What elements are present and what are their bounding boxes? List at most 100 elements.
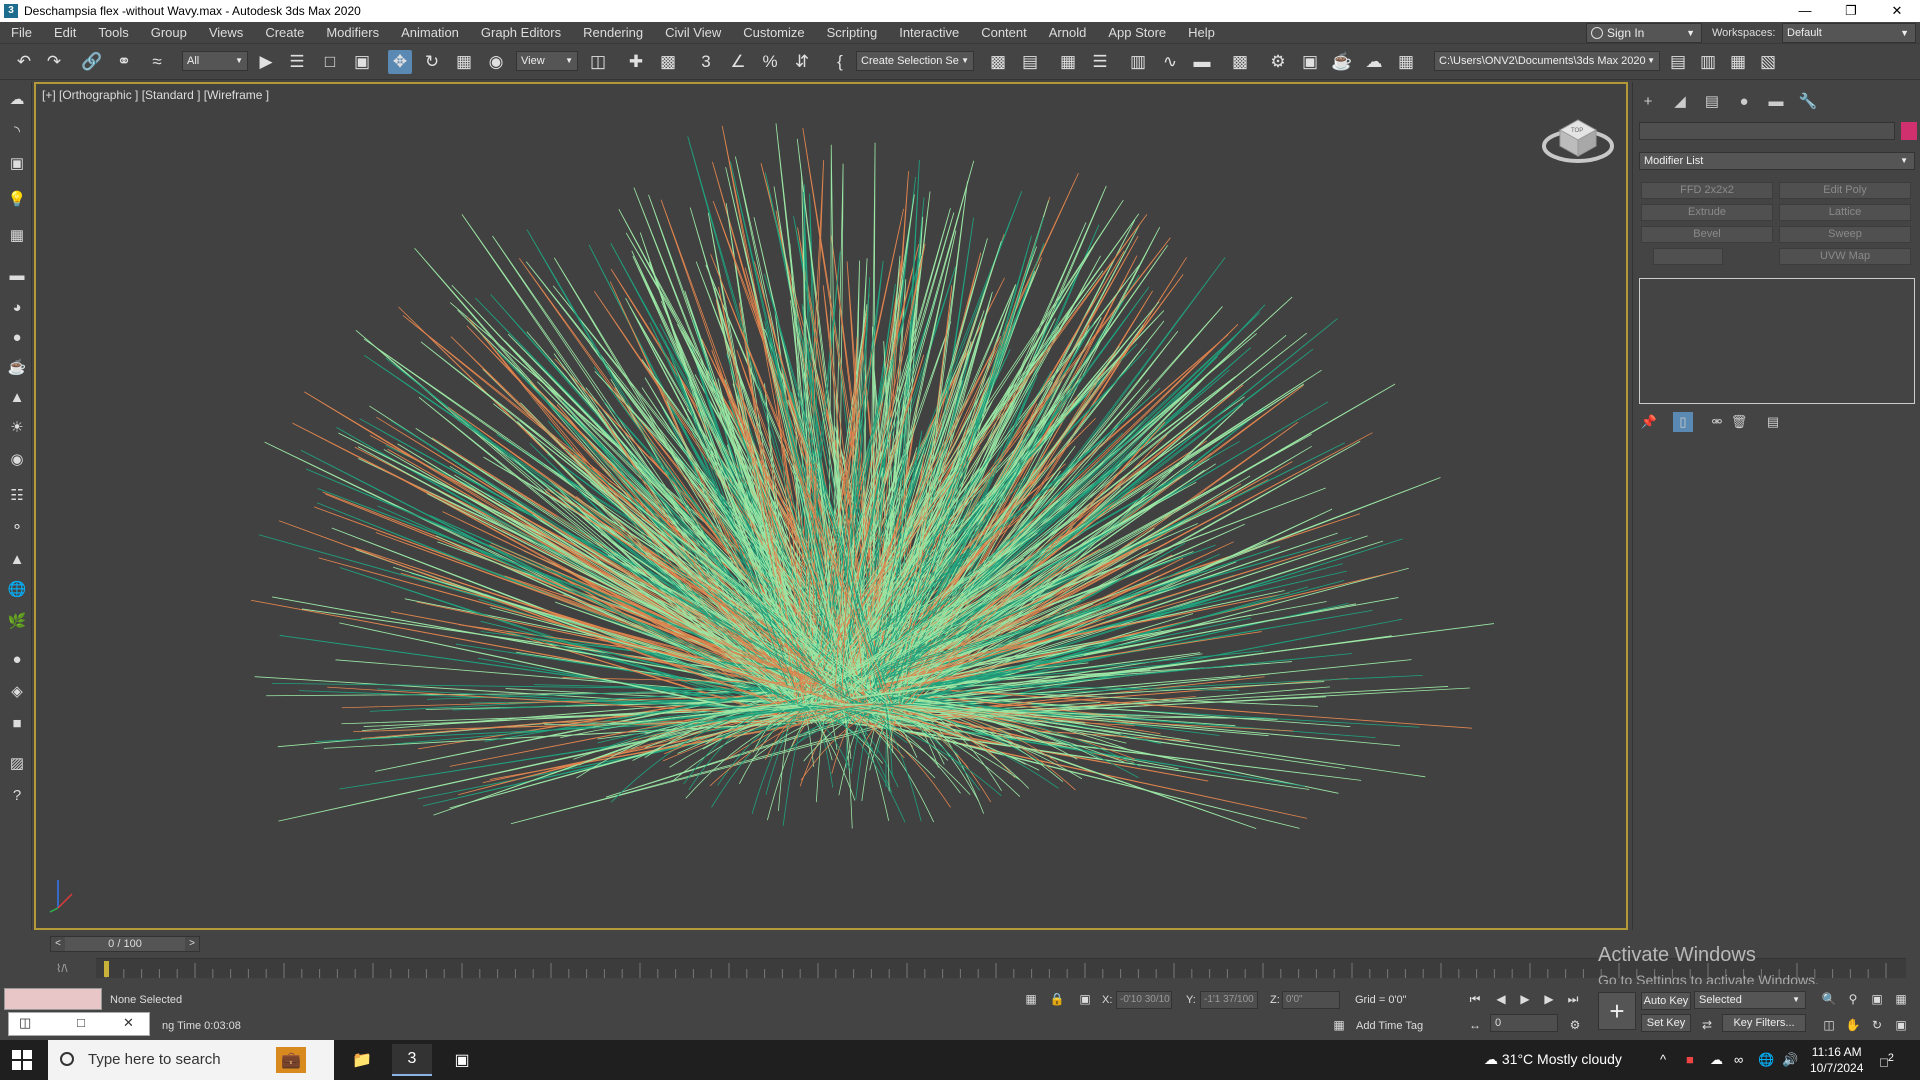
- link-icon[interactable]: 🔗: [80, 50, 104, 74]
- add-time-tag-button[interactable]: Add Time Tag: [1356, 1020, 1423, 1032]
- next-frame-icon[interactable]: ▶: [1540, 990, 1558, 1008]
- lattice-button[interactable]: Lattice: [1779, 204, 1911, 221]
- configure-sets-icon[interactable]: ▤: [1763, 412, 1783, 432]
- antivirus-icon[interactable]: ■: [1686, 1052, 1694, 1067]
- modifier-stack[interactable]: [1639, 278, 1915, 404]
- menu-views[interactable]: Views: [198, 22, 254, 44]
- rect-selection-icon[interactable]: □: [318, 50, 342, 74]
- modifier-list-select[interactable]: Modifier List ▼: [1639, 152, 1915, 170]
- material-sphere-icon[interactable]: ◉: [6, 448, 28, 470]
- plant-icon[interactable]: 🌿: [6, 610, 28, 632]
- viewport-label[interactable]: [+] [Orthographic ] [Standard ] [Wirefra…: [42, 88, 269, 102]
- play-icon[interactable]: ▶: [1516, 990, 1534, 1008]
- set-project-icon[interactable]: ▥: [1696, 50, 1720, 74]
- file-explorer-icon[interactable]: 📁: [342, 1044, 382, 1076]
- bind-spacewarp-icon[interactable]: ≈: [145, 50, 169, 74]
- globe-icon[interactable]: 🌐: [6, 578, 28, 600]
- snaps-toggle-icon[interactable]: 3: [694, 50, 718, 74]
- zoom-extents-all-icon[interactable]: ▦: [1892, 990, 1910, 1008]
- align-icon[interactable]: ▤: [1018, 50, 1042, 74]
- angle-snap-icon[interactable]: ∠: [726, 50, 750, 74]
- set-keys-icon[interactable]: +: [1598, 992, 1636, 1030]
- menu-interactive[interactable]: Interactive: [888, 22, 970, 44]
- named-selection-set-select[interactable]: Create Selection Se ▼: [856, 51, 974, 71]
- dome-icon[interactable]: ◕: [6, 296, 28, 318]
- motion-tab-icon[interactable]: ●: [1731, 90, 1757, 112]
- script-icon[interactable]: ▨: [6, 752, 28, 774]
- rig-icon[interactable]: ▲: [6, 548, 28, 570]
- edit-poly-button[interactable]: Edit Poly: [1779, 182, 1911, 199]
- time-tag-icon[interactable]: ▦: [1330, 1016, 1348, 1034]
- network-icon[interactable]: 🌐: [1758, 1052, 1774, 1068]
- x-coordinate-field[interactable]: -0'10 30/10: [1116, 991, 1172, 1009]
- color-balls-icon[interactable]: ◈: [6, 680, 28, 702]
- time-config-icon[interactable]: ⚙: [1566, 1016, 1584, 1034]
- key-mode-select[interactable]: Selected ▼: [1694, 991, 1806, 1009]
- weather-widget[interactable]: ☁ 31°C Mostly cloudy: [1484, 1051, 1622, 1068]
- close-icon[interactable]: ✕: [123, 1015, 134, 1031]
- bluetooth-icon[interactable]: ∞: [1734, 1052, 1743, 1067]
- auto-key-button[interactable]: Auto Key: [1641, 992, 1691, 1010]
- menu-animation[interactable]: Animation: [390, 22, 470, 44]
- menu-edit[interactable]: Edit: [43, 22, 87, 44]
- maximize-icon[interactable]: □: [77, 1015, 85, 1030]
- viewport-orthographic[interactable]: [+] [Orthographic ] [Standard ] [Wirefra…: [34, 82, 1628, 930]
- absolute-mode-icon[interactable]: ▣: [1076, 990, 1094, 1008]
- menu-scripting[interactable]: Scripting: [816, 22, 889, 44]
- y-coordinate-field[interactable]: -1'1 37/100: [1200, 991, 1258, 1009]
- pan-icon[interactable]: ✋: [1844, 1016, 1862, 1034]
- time-slider[interactable]: <0 / 100 >: [50, 936, 200, 952]
- select-manipulate-icon[interactable]: ✚: [624, 50, 648, 74]
- utilities-tab-icon[interactable]: 🔧: [1795, 90, 1821, 112]
- scene-explorer-icon[interactable]: ▦: [1056, 50, 1080, 74]
- sign-in-button[interactable]: Sign In ▼: [1586, 23, 1702, 43]
- toggle-ribbon-icon[interactable]: ▥: [1126, 50, 1150, 74]
- z-coordinate-field[interactable]: 0'0": [1282, 991, 1340, 1009]
- hair-brush-icon[interactable]: ☷: [6, 484, 28, 506]
- plane-icon[interactable]: ▬: [6, 264, 28, 286]
- uvw-map-button[interactable]: UVW Map: [1779, 248, 1911, 265]
- selection-filter-select[interactable]: All ▼: [182, 51, 248, 71]
- current-frame-field[interactable]: 0: [1490, 1014, 1558, 1032]
- sphere-icon[interactable]: ●: [6, 326, 28, 348]
- move-icon[interactable]: ✥: [388, 50, 412, 74]
- particles-icon[interactable]: ⚬: [6, 516, 28, 538]
- percent-snap-icon[interactable]: %: [758, 50, 782, 74]
- zoom-icon[interactable]: 🔍: [1820, 990, 1838, 1008]
- viewcube-icon[interactable]: TOP: [1540, 108, 1620, 178]
- object-color-swatch[interactable]: [1901, 122, 1917, 140]
- keyboard-shortcut-icon[interactable]: ▩: [656, 50, 680, 74]
- mirror-icon[interactable]: ▩: [986, 50, 1010, 74]
- camera-icon[interactable]: ▦: [6, 224, 28, 246]
- zoom-extents-icon[interactable]: ▣: [1868, 990, 1886, 1008]
- pin-stack-icon[interactable]: 📌: [1639, 412, 1659, 432]
- menu-file[interactable]: File: [0, 22, 43, 44]
- menu-content[interactable]: Content: [970, 22, 1038, 44]
- menu-modifiers[interactable]: Modifiers: [315, 22, 390, 44]
- cone-icon[interactable]: ▲: [6, 386, 28, 408]
- hemisphere-icon[interactable]: ◝: [6, 120, 28, 142]
- create-tab-icon[interactable]: +: [1635, 90, 1661, 112]
- system-clock[interactable]: 11:16 AM 10/7/2024: [1810, 1044, 1863, 1076]
- windows-start-icon[interactable]: [12, 1050, 32, 1070]
- project-folder-icon[interactable]: ▤: [1666, 50, 1690, 74]
- bevel-button[interactable]: Bevel: [1641, 226, 1773, 243]
- layer-explorer-icon[interactable]: ☰: [1088, 50, 1112, 74]
- render-shot-icon[interactable]: ▦: [1394, 50, 1418, 74]
- object-name-field[interactable]: [1639, 122, 1895, 140]
- go-to-end-icon[interactable]: ⏭: [1564, 990, 1582, 1008]
- reference-coordinate-select[interactable]: View ▼: [516, 51, 578, 71]
- teapot-icon[interactable]: ☕: [6, 356, 28, 378]
- menu-create[interactable]: Create: [254, 22, 315, 44]
- display-tab-icon[interactable]: ▬: [1763, 90, 1789, 112]
- help-icon[interactable]: ?: [6, 784, 28, 806]
- zoom-all-icon[interactable]: ⚲: [1844, 990, 1862, 1008]
- maxscript-listener[interactable]: [4, 988, 102, 1010]
- redo-icon[interactable]: ↷: [42, 50, 66, 74]
- sketchup-taskbar-icon[interactable]: ▣: [442, 1044, 482, 1076]
- edit-named-selection-icon[interactable]: {: [828, 50, 852, 74]
- place-icon[interactable]: ◉: [484, 50, 508, 74]
- briefcase-icon[interactable]: 💼: [276, 1047, 306, 1073]
- empty-modifier-button[interactable]: [1653, 248, 1723, 265]
- undo-icon[interactable]: ↶: [12, 50, 36, 74]
